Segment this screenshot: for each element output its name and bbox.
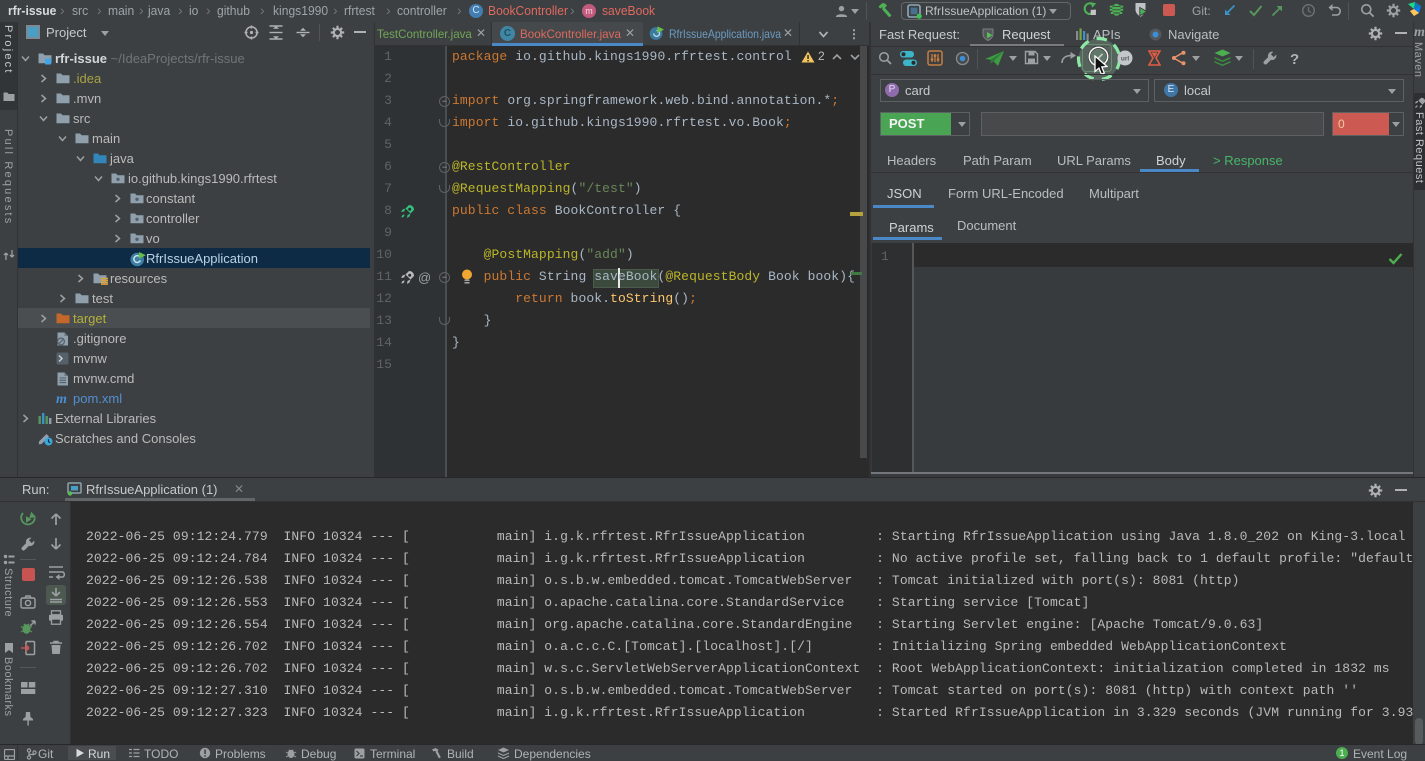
svg-text:m: m [56, 392, 67, 405]
svg-text:url: url [1121, 56, 1130, 63]
